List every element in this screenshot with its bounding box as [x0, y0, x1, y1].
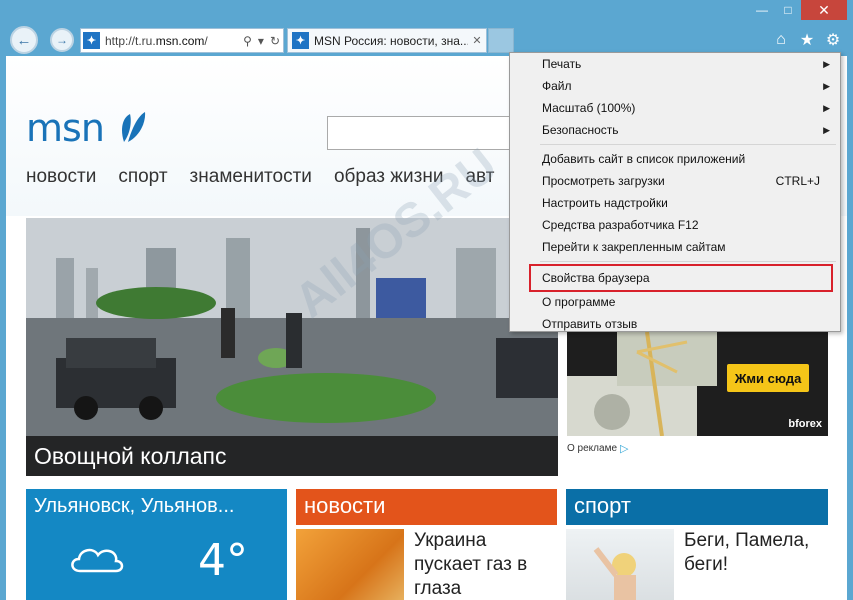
menu-item-internet-options-label: Свойства браузера	[542, 271, 650, 285]
menu-item-zoom[interactable]: Масштаб (100%) ▶	[510, 97, 840, 119]
nav-link-news[interactable]: новости	[26, 166, 96, 188]
menu-item-manage-addons[interactable]: Настроить надстройки	[510, 192, 840, 214]
menu-item-zoom-label: Масштаб (100%)	[542, 101, 636, 115]
submenu-arrow-icon: ▶	[823, 102, 830, 113]
menu-separator	[510, 141, 840, 148]
menu-item-add-site-to-apps[interactable]: Добавить сайт в список приложений	[510, 148, 840, 170]
menu-item-pinned-sites[interactable]: Перейти к закрепленным сайтам	[510, 236, 840, 258]
sport-headline-line-2: беги!	[684, 553, 729, 575]
menu-item-add-site-label: Добавить сайт в список приложений	[542, 152, 746, 166]
menu-item-print-label: Печать	[542, 57, 582, 71]
news-body: Украина пускает газ в глаза	[296, 525, 557, 600]
tab-close-icon[interactable]: ✕	[468, 34, 486, 47]
menu-item-manage-addons-label: Настроить надстройки	[542, 196, 668, 210]
sport-body: Беги, Памела, беги!	[566, 525, 828, 600]
sport-tile[interactable]: спорт Беги, Памела, беги!	[566, 489, 828, 600]
submenu-arrow-icon: ▶	[823, 58, 830, 69]
menu-item-send-feedback-label: Отправить отзыв	[542, 317, 638, 331]
home-icon[interactable]: ⌂	[771, 30, 791, 50]
favorites-star-icon[interactable]: ★	[797, 30, 817, 50]
menu-item-view-downloads-label: Просмотреть загрузки	[542, 174, 665, 188]
news-tile[interactable]: новости Украина пускает газ в глаза	[296, 489, 557, 600]
url-domain: msn.com	[155, 33, 205, 48]
close-window-icon[interactable]: ✕	[801, 0, 847, 20]
search-icon[interactable]: ⚲	[243, 34, 252, 48]
url-prefix: http://t.ru.	[105, 33, 156, 48]
advertisement-banner[interactable]: Жми сюда bforex	[567, 332, 828, 436]
news-thumbnail	[296, 529, 404, 600]
ad-cta-button[interactable]: Жми сюда	[727, 364, 809, 392]
adchoices-icon: ▷	[620, 443, 629, 455]
sport-headline[interactable]: Беги, Памела, беги!	[674, 529, 809, 600]
caption-buttons: — □ ✕	[749, 0, 847, 20]
sport-thumbnail	[566, 529, 674, 600]
tab-msn[interactable]: ✦ MSN Россия: новости, зна... ✕	[287, 28, 487, 53]
menu-separator	[510, 258, 840, 265]
cloud-icon	[71, 548, 124, 573]
tab-title: MSN Россия: новости, зна...	[314, 33, 468, 48]
menu-item-developer-tools-label: Средства разработчика F12	[542, 218, 699, 232]
menu-item-view-downloads[interactable]: Просмотреть загрузки CTRL+J	[510, 170, 840, 192]
news-header: новости	[296, 489, 557, 525]
msn-favicon-icon: ✦	[83, 32, 100, 49]
news-headline-line-2: пускает газ в	[414, 553, 528, 575]
menu-item-about[interactable]: О программе	[510, 291, 840, 313]
menu-item-print[interactable]: Печать ▶	[510, 53, 840, 75]
toolbar-icons: ⌂ ★ ⚙	[771, 30, 843, 50]
minimize-icon[interactable]: —	[749, 0, 775, 20]
menu-item-file[interactable]: Файл ▶	[510, 75, 840, 97]
menu-item-safety-label: Безопасность	[542, 123, 619, 137]
msn-logo[interactable]: msn	[26, 106, 105, 150]
menu-item-safety[interactable]: Безопасность ▶	[510, 119, 840, 141]
weather-tile[interactable]: Ульяновск, Ульянов... 4°	[26, 489, 287, 600]
nav-link-auto[interactable]: авт	[465, 166, 494, 188]
menu-item-developer-tools[interactable]: Средства разработчика F12	[510, 214, 840, 236]
forward-arrow-icon: →	[56, 33, 68, 47]
menu-item-shortcut: CTRL+J	[775, 174, 820, 188]
url-suffix: /	[204, 33, 208, 48]
menu-item-internet-options[interactable]: Свойства браузера	[529, 264, 833, 292]
back-arrow-icon: ←	[16, 31, 32, 49]
address-bar[interactable]: ✦ http://t.ru.msn.com/ ⚲ ▾ ↻	[80, 28, 284, 53]
about-ads-link[interactable]: О рекламе ▷	[567, 442, 628, 455]
sport-header: спорт	[566, 489, 828, 525]
menu-item-pinned-sites-label: Перейти к закрепленным сайтам	[542, 240, 726, 254]
tab-favicon-icon: ✦	[292, 32, 309, 49]
weather-city: Ульяновск, Ульянов...	[26, 489, 287, 525]
settings-gear-icon[interactable]: ⚙	[823, 30, 843, 50]
weather-temperature: 4°	[198, 535, 248, 586]
nav-link-lifestyle[interactable]: образ жизни	[334, 166, 444, 188]
ad-brand-logo: bforex	[788, 418, 822, 430]
menu-item-about-label: О программе	[542, 295, 616, 309]
browser-window: — □ ✕ ← → ✦ http://t.ru.msn.com/ ⚲ ▾ ↻ ✦…	[0, 0, 853, 600]
site-navigation: новости спорт знаменитости образ жизни а…	[26, 166, 494, 188]
new-tab-button[interactable]	[488, 28, 514, 53]
submenu-arrow-icon: ▶	[823, 124, 830, 135]
news-headline-line-1: Украина	[414, 530, 487, 551]
forward-button[interactable]: →	[50, 28, 74, 52]
news-headline-line-3: глаза	[414, 577, 462, 599]
hero-caption: Овощной коллапс	[26, 436, 558, 476]
address-url[interactable]: http://t.ru.msn.com/	[105, 34, 240, 48]
dropdown-icon[interactable]: ▾	[258, 34, 264, 48]
about-ads-label: О рекламе	[567, 443, 617, 454]
menu-item-send-feedback[interactable]: Отправить отзыв	[510, 313, 840, 335]
tools-menu: Печать ▶ Файл ▶ Масштаб (100%) ▶ Безопаснос…	[509, 52, 841, 332]
msn-butterfly-icon	[122, 112, 146, 142]
nav-link-celebrities[interactable]: знаменитости	[190, 166, 312, 188]
refresh-icon[interactable]: ↻	[270, 34, 280, 48]
sport-photo	[593, 547, 636, 600]
hero-story[interactable]: Овощной коллапс	[26, 218, 558, 476]
maximize-icon[interactable]: □	[775, 0, 801, 20]
news-headline[interactable]: Украина пускает газ в глаза	[404, 529, 527, 600]
back-button[interactable]: ←	[10, 26, 38, 54]
submenu-arrow-icon: ▶	[823, 80, 830, 91]
sport-headline-line-1: Беги, Памела,	[684, 530, 810, 551]
search-input[interactable]	[327, 116, 527, 150]
nav-link-sport[interactable]: спорт	[118, 166, 167, 188]
menu-item-file-label: Файл	[542, 79, 572, 93]
